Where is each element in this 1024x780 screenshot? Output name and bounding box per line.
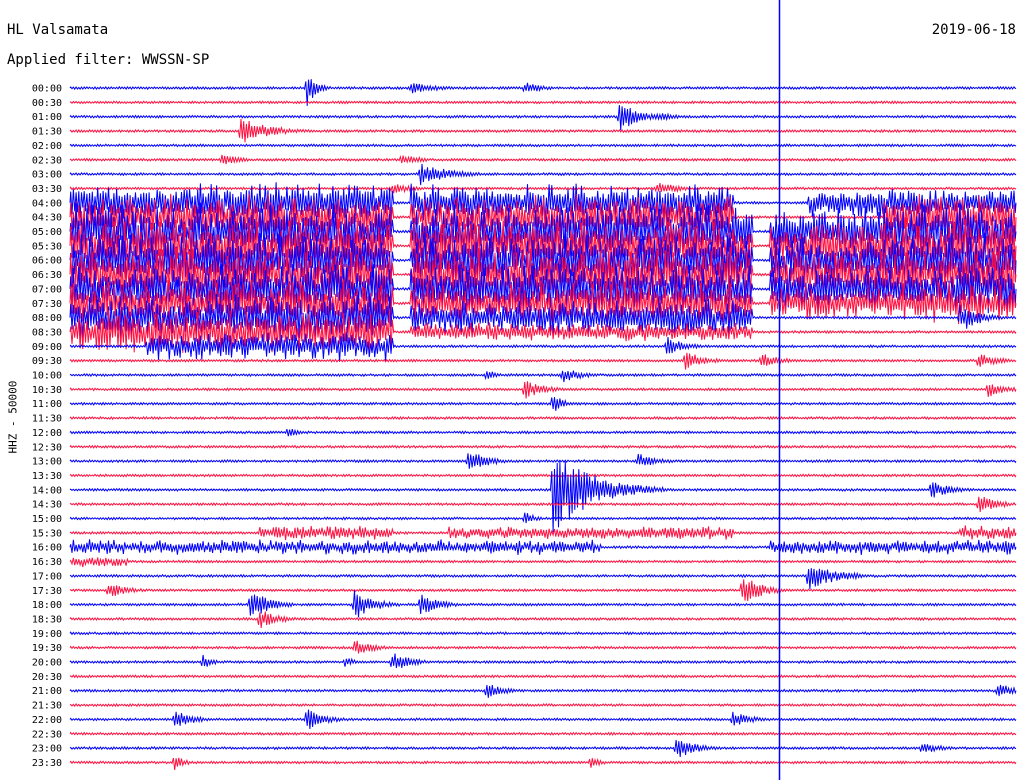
- trace-row: [69, 428, 1017, 437]
- seismic-traces: [69, 79, 1017, 770]
- time-tick-label: 11:30: [32, 414, 62, 425]
- time-tick-label: 10:00: [32, 371, 62, 382]
- time-tick-label: 18:00: [32, 600, 62, 611]
- time-tick-label: 07:30: [32, 299, 62, 310]
- trace-row: [69, 674, 1017, 679]
- trace-row: [69, 611, 1017, 629]
- time-tick-label: 21:00: [32, 686, 62, 697]
- time-tick-label: 14:30: [32, 500, 62, 511]
- trace-row: [69, 453, 1017, 469]
- time-tick-label: 08:30: [32, 327, 62, 338]
- trace-row: [69, 640, 1017, 654]
- trace-row: [69, 352, 1017, 370]
- trace-row: [69, 684, 1017, 698]
- time-tick-label: 00:00: [32, 84, 62, 95]
- time-tick-label: 19:30: [32, 643, 62, 654]
- time-tick-label: 08:00: [32, 313, 62, 324]
- trace-row: [69, 579, 1017, 602]
- time-tick-label: 01:00: [32, 112, 62, 123]
- time-tick-label: 23:00: [32, 744, 62, 755]
- time-tick-label: 02:30: [32, 155, 62, 166]
- trace-row: [69, 590, 1017, 618]
- trace-row: [69, 143, 1017, 148]
- trace-row: [69, 154, 1017, 165]
- time-tick-label: 13:00: [32, 457, 62, 468]
- trace-row: [69, 415, 1017, 421]
- trace-row: [69, 163, 1017, 186]
- time-tick-label: 10:30: [32, 385, 62, 396]
- trace-row: [69, 631, 1017, 636]
- trace-row: [69, 709, 1017, 730]
- time-tick-label: 12:30: [32, 442, 62, 453]
- trace-row: [69, 118, 1017, 143]
- trace-row: [69, 740, 1017, 758]
- time-tick-label: 20:00: [32, 658, 62, 669]
- trace-row: [69, 525, 1017, 541]
- trace-row: [69, 496, 1017, 512]
- trace-row: [69, 653, 1017, 669]
- time-tick-label: 12:00: [32, 428, 62, 439]
- trace-row: [69, 557, 1017, 568]
- trace-row: [69, 100, 1017, 105]
- time-tick-label: 15:30: [32, 528, 62, 539]
- trace-row: [69, 381, 1017, 399]
- time-tick-label: 11:00: [32, 399, 62, 410]
- trace-row: [69, 568, 1017, 590]
- trace-row: [69, 702, 1017, 708]
- time-tick-label: 04:00: [32, 198, 62, 209]
- trace-row: [69, 512, 1017, 524]
- time-tick-label: 00:30: [32, 98, 62, 109]
- trace-row: [69, 539, 1017, 555]
- time-tick-label: 16:30: [32, 557, 62, 568]
- trace-row: [69, 397, 1017, 411]
- trace-row: [69, 473, 1017, 478]
- time-tick-label: 05:00: [32, 227, 62, 238]
- trace-row: [69, 105, 1017, 131]
- time-tick-label: 04:30: [32, 213, 62, 224]
- time-tick-label: 18:30: [32, 614, 62, 625]
- helicorder-plot: 00:00 00:30 01:00 01:30 02:00 02:30 03:00 03:30…: [32, 0, 1017, 780]
- trace-row: [69, 757, 1017, 770]
- time-tick-label: 06:30: [32, 270, 62, 281]
- time-tick-label: 02:00: [32, 141, 62, 152]
- time-tick-label: 17:30: [32, 586, 62, 597]
- time-tick-label: 22:30: [32, 729, 62, 740]
- time-tick-label: 19:00: [32, 629, 62, 640]
- time-tick-label: 13:30: [32, 471, 62, 482]
- time-tick-label: 14:00: [32, 485, 62, 496]
- trace-row: [69, 731, 1017, 736]
- time-tick-label: 03:30: [32, 184, 62, 195]
- time-tick-label: 01:30: [32, 127, 62, 138]
- trace-row: [69, 461, 1017, 533]
- time-tick-label: 21:30: [32, 701, 62, 712]
- trace-row: [69, 444, 1017, 449]
- time-tick-label: 09:30: [32, 356, 62, 367]
- time-tick-label: 07:00: [32, 284, 62, 295]
- time-tick-label: 22:00: [32, 715, 62, 726]
- time-tick-label: 20:30: [32, 672, 62, 683]
- time-tick-label: 06:00: [32, 256, 62, 267]
- trace-row: [69, 370, 1017, 383]
- time-tick-label: 16:00: [32, 543, 62, 554]
- time-tick-label: 03:00: [32, 170, 62, 181]
- time-tick-label: 05:30: [32, 241, 62, 252]
- trace-row: [69, 332, 1017, 362]
- time-tick-label: 23:30: [32, 758, 62, 769]
- time-tick-label: 09:00: [32, 342, 62, 353]
- time-tick-label: 17:00: [32, 571, 62, 582]
- time-tick-label: 15:00: [32, 514, 62, 525]
- time-labels: 00:00 00:30 01:00 01:30 02:00 02:30 03:00 03:30…: [32, 84, 62, 769]
